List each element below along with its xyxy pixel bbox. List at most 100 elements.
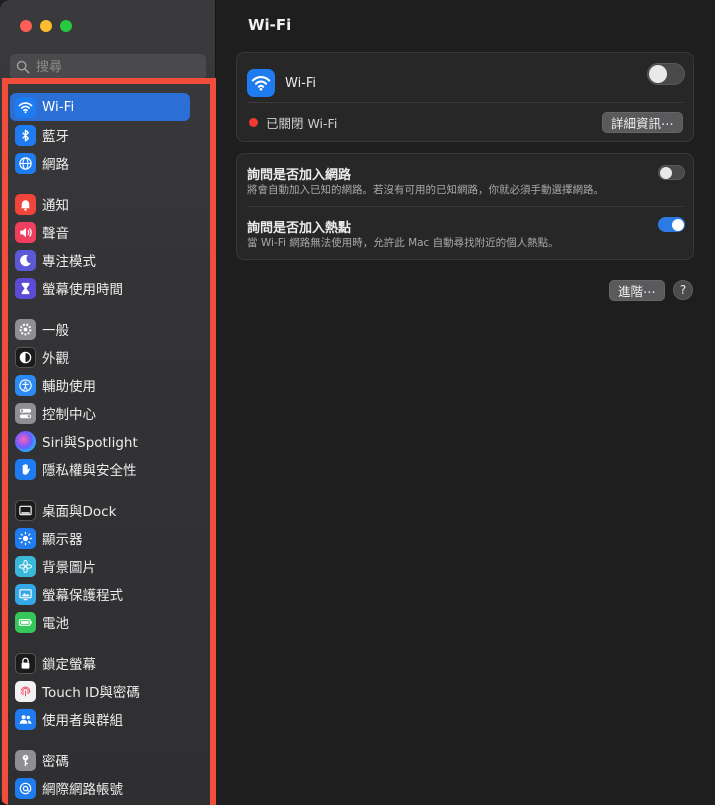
ask-join-hotspots-desc: 當 Wi-Fi 網路無法使用時，允許此 Mac 自動尋找附近的個人熱點。 <box>247 237 559 249</box>
toggle-knob <box>672 219 684 231</box>
zoom-button[interactable] <box>60 20 72 32</box>
sidebar-item-label: Wi-Fi <box>42 99 75 115</box>
sidebar-item-displays[interactable]: 顯示器 <box>10 524 190 552</box>
close-button[interactable] <box>20 20 32 32</box>
sidebar-item-focus[interactable]: 專注模式 <box>10 246 190 274</box>
sidebar-item-label: 隱私權與安全性 <box>42 463 137 479</box>
sidebar-item-label: Touch ID與密碼 <box>42 685 140 701</box>
fingerprint-icon <box>15 680 36 702</box>
siri-icon <box>15 430 36 452</box>
sidebar-item-battery[interactable]: 電池 <box>10 608 190 636</box>
speaker-icon <box>15 221 36 243</box>
sidebar-item-control-center[interactable]: 控制中心 <box>10 399 190 427</box>
sidebar-item-label: 網際網路帳號 <box>42 782 123 798</box>
ask-join-networks-title: 詢問是否加入網路 <box>247 168 352 183</box>
sidebar-item-label: 螢幕使用時間 <box>42 282 123 298</box>
details-button[interactable]: 詳細資訊⋯ <box>602 112 683 133</box>
toggle-knob <box>660 167 672 179</box>
sidebar-item-label: 鎖定螢幕 <box>42 657 96 673</box>
sidebar-item-lock-screen[interactable]: 鎖定螢幕 <box>10 649 190 677</box>
sidebar-item-privacy-security[interactable]: 隱私權與安全性 <box>10 455 190 483</box>
sidebar-item-label: 一般 <box>42 323 69 339</box>
sidebar-item-internet-accounts[interactable]: 網際網路帳號 <box>10 774 190 802</box>
divider <box>247 206 683 207</box>
wifi-toggle-row: Wi-Fi <box>247 63 683 103</box>
wifi-card: Wi-Fi 已關閉 Wi-Fi 詳細資訊⋯ <box>236 52 694 142</box>
search-icon <box>16 60 30 74</box>
hand-icon <box>15 458 36 480</box>
status-dot-icon <box>249 118 258 127</box>
sidebar-item-label: 密碼 <box>42 754 69 770</box>
flower-icon <box>15 555 36 577</box>
sidebar-item-network[interactable]: 網路 <box>10 149 190 177</box>
wifi-icon <box>15 96 36 118</box>
sidebar-item-label: 專注模式 <box>42 254 96 270</box>
sun-icon <box>15 527 36 549</box>
sidebar-item-label: 控制中心 <box>42 407 96 423</box>
sidebar-item-users-groups[interactable]: 使用者與群組 <box>10 705 190 733</box>
sidebar-item-passwords[interactable]: 密碼 <box>10 746 190 774</box>
bell-icon <box>15 193 36 215</box>
appearance-icon <box>15 346 36 368</box>
system-settings-window: Wi-Fi 藍牙 網路 通知 聲音 專注模式 <box>0 0 715 805</box>
ask-join-hotspots-toggle[interactable] <box>658 217 685 232</box>
sidebar-item-label: 螢幕保護程式 <box>42 588 123 604</box>
sidebar-item-label: 網路 <box>42 157 69 173</box>
sidebar-item-label: 通知 <box>42 198 69 214</box>
wifi-label: Wi-Fi <box>285 75 317 91</box>
wifi-status: 已關閉 Wi-Fi <box>249 113 337 132</box>
ask-join-hotspots-title: 詢問是否加入熱點 <box>247 221 352 236</box>
sidebar-item-appearance[interactable]: 外觀 <box>10 343 190 371</box>
sidebar-item-screen-saver[interactable]: 螢幕保護程式 <box>10 580 190 608</box>
main-pane: Wi-Fi Wi-Fi 已關閉 Wi-Fi 詳細資訊⋯ 詢問是否加入網路 將會自… <box>216 0 715 805</box>
lock-icon <box>15 652 36 674</box>
sidebar-item-notifications[interactable]: 通知 <box>10 190 190 218</box>
ask-join-networks-desc: 將會自動加入已知的網路。若沒有可用的已知網路，你就必須手動選擇網路。 <box>247 184 604 196</box>
sidebar-item-desktop-dock[interactable]: 桌面與Dock <box>10 496 190 524</box>
sidebar-item-label: 聲音 <box>42 226 69 242</box>
sidebar-item-touch-id[interactable]: Touch ID與密碼 <box>10 677 190 705</box>
control-center-icon <box>15 402 36 424</box>
sidebar-item-wallpaper[interactable]: 背景圖片 <box>10 552 190 580</box>
dock-icon <box>15 499 36 521</box>
sidebar-item-label: 桌面與Dock <box>42 504 117 520</box>
wifi-icon <box>247 69 275 97</box>
sidebar-item-label: 使用者與群組 <box>42 713 123 729</box>
sidebar-item-label: 輔助使用 <box>42 379 96 395</box>
screensaver-icon <box>15 583 36 605</box>
toggle-knob <box>649 65 667 83</box>
users-icon <box>15 708 36 730</box>
globe-icon <box>15 152 36 174</box>
sidebar-item-label: 外觀 <box>42 351 69 367</box>
hourglass-icon <box>15 277 36 299</box>
sidebar-item-accessibility[interactable]: 輔助使用 <box>10 371 190 399</box>
window-controls <box>20 20 72 32</box>
search-field[interactable] <box>10 54 206 80</box>
moon-icon <box>15 249 36 271</box>
search-input[interactable] <box>36 59 196 75</box>
sidebar-item-label: 顯示器 <box>42 532 83 548</box>
advanced-button[interactable]: 進階⋯ <box>609 280 665 301</box>
minimize-button[interactable] <box>40 20 52 32</box>
help-button[interactable]: ? <box>673 280 693 300</box>
sidebar-item-wifi[interactable]: Wi-Fi <box>10 93 190 121</box>
battery-icon <box>15 611 36 633</box>
accessibility-icon <box>15 374 36 396</box>
sidebar: Wi-Fi 藍牙 網路 通知 聲音 專注模式 <box>0 0 216 805</box>
sidebar-item-label: 藍牙 <box>42 129 69 145</box>
at-icon <box>15 777 36 799</box>
key-icon <box>15 749 36 771</box>
sidebar-item-general[interactable]: 一般 <box>10 315 190 343</box>
ask-join-networks-toggle[interactable] <box>658 165 685 180</box>
sidebar-item-siri-spotlight[interactable]: Siri與Spotlight <box>10 427 190 455</box>
join-options-card: 詢問是否加入網路 將會自動加入已知的網路。若沒有可用的已知網路，你就必須手動選擇… <box>236 153 694 260</box>
sidebar-nav: Wi-Fi 藍牙 網路 通知 聲音 專注模式 螢幕使用時間 一般 外觀 輔助使用… <box>10 93 190 802</box>
sidebar-item-label: 背景圖片 <box>42 560 96 576</box>
sidebar-item-label: Siri與Spotlight <box>42 435 138 451</box>
wifi-toggle[interactable] <box>647 63 685 85</box>
sidebar-item-sound[interactable]: 聲音 <box>10 218 190 246</box>
sidebar-item-screen-time[interactable]: 螢幕使用時間 <box>10 274 190 302</box>
bluetooth-icon <box>15 124 36 146</box>
status-text: 已關閉 Wi-Fi <box>266 116 338 131</box>
sidebar-item-bluetooth[interactable]: 藍牙 <box>10 121 190 149</box>
